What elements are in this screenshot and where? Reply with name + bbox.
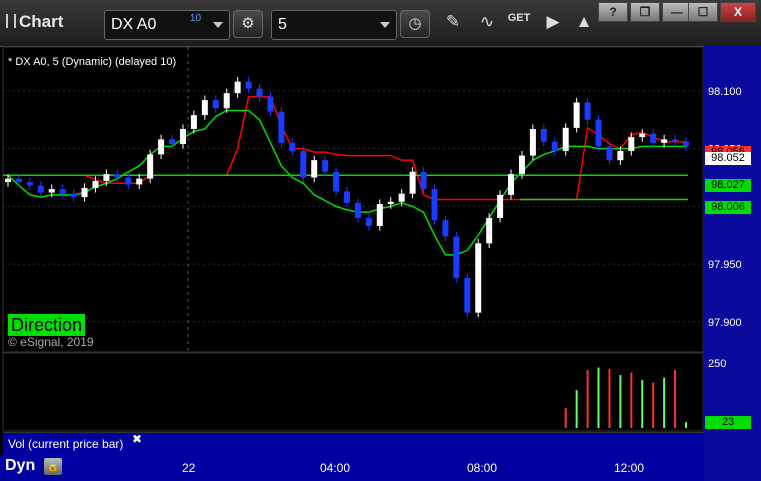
candle-down [59, 189, 66, 194]
x-tick-label: 22 [182, 461, 196, 475]
candle-down [245, 81, 252, 89]
candle-up [573, 102, 580, 128]
candle-down [354, 202, 361, 218]
y-tick-label: 97.950 [708, 259, 742, 271]
candle-up [81, 187, 88, 198]
lock-icon[interactable]: 🔒 [44, 458, 62, 475]
candle-up [311, 160, 318, 178]
candle-down [70, 193, 77, 198]
candle-down [344, 191, 350, 203]
time-axis [0, 455, 704, 481]
y-tick-label: 97.900 [708, 317, 742, 329]
candle-down [125, 177, 132, 185]
candle-up [376, 204, 383, 227]
candle-down [464, 278, 471, 313]
volume-close-icon[interactable]: ✖ [132, 432, 142, 446]
candle-up [562, 127, 569, 151]
candle-down [431, 189, 438, 221]
candle-down [212, 100, 219, 109]
candle-up [5, 178, 11, 183]
volume-tag: 23 [705, 416, 751, 429]
candle-down [595, 119, 602, 147]
candle-down [256, 88, 263, 97]
candle-down [365, 217, 372, 227]
price-tag: 98.027 [705, 179, 751, 192]
candle-up [48, 189, 55, 193]
candle-up [639, 133, 646, 138]
candle-up [518, 155, 525, 175]
price-tag: 98.006 [705, 201, 751, 214]
candle-up [136, 178, 143, 185]
candle-down [278, 111, 285, 143]
candle-up [92, 180, 99, 188]
volume-label: Vol (current price bar) [8, 437, 124, 451]
volume-tick-label: 250 [708, 358, 726, 370]
x-tick-label: 12:00 [614, 461, 645, 475]
candle-down [584, 102, 591, 120]
candle-down [26, 182, 33, 186]
candle-up [387, 201, 394, 205]
candle-down [540, 128, 547, 142]
copyright: © eSignal, 2019 [8, 335, 94, 349]
candle-up [661, 139, 668, 143]
candle-up [409, 171, 416, 194]
candle-up [398, 193, 405, 202]
candle-down [420, 171, 427, 190]
candle-up [234, 81, 241, 94]
candle-up [147, 154, 154, 179]
candle-down [322, 160, 329, 172]
candle-down [606, 146, 613, 161]
candle-down [333, 171, 340, 192]
candle-down [442, 220, 449, 237]
candle-up [103, 174, 110, 181]
candle-down [114, 174, 121, 178]
x-tick-label: 04:00 [320, 461, 351, 475]
dyn-label: Dyn [5, 457, 36, 474]
direction-label: Direction [8, 314, 86, 336]
candle-down [37, 185, 44, 193]
candle-up [201, 100, 208, 116]
candle-down [650, 133, 657, 143]
candle-up [223, 93, 230, 109]
candle-up [190, 115, 197, 129]
candle-up [158, 139, 165, 155]
candle-up [508, 174, 515, 195]
candle-down [15, 178, 22, 183]
price-tag: 98.052 [705, 152, 751, 165]
x-tick-label: 08:00 [467, 461, 498, 475]
candle-down [551, 141, 558, 151]
candle-down [683, 141, 689, 147]
candle-up [529, 128, 536, 156]
candle-up [497, 194, 504, 218]
candle-up [617, 150, 624, 161]
candle-down [300, 150, 307, 178]
y-tick-label: 98.100 [708, 86, 742, 98]
candle-up [475, 243, 482, 313]
candle-down [169, 139, 176, 145]
candle-up [179, 128, 186, 145]
candle-up [628, 137, 635, 151]
candle-down [289, 142, 296, 151]
candle-down [672, 139, 679, 142]
candle-down [267, 96, 274, 112]
candle-up [486, 217, 493, 244]
chart-header: * DX A0, 5 (Dynamic) (delayed 10) [8, 56, 177, 68]
candle-down [453, 236, 460, 279]
price-chart[interactable]: 98.10098.05098.00097.95097.900250 [0, 0, 761, 481]
